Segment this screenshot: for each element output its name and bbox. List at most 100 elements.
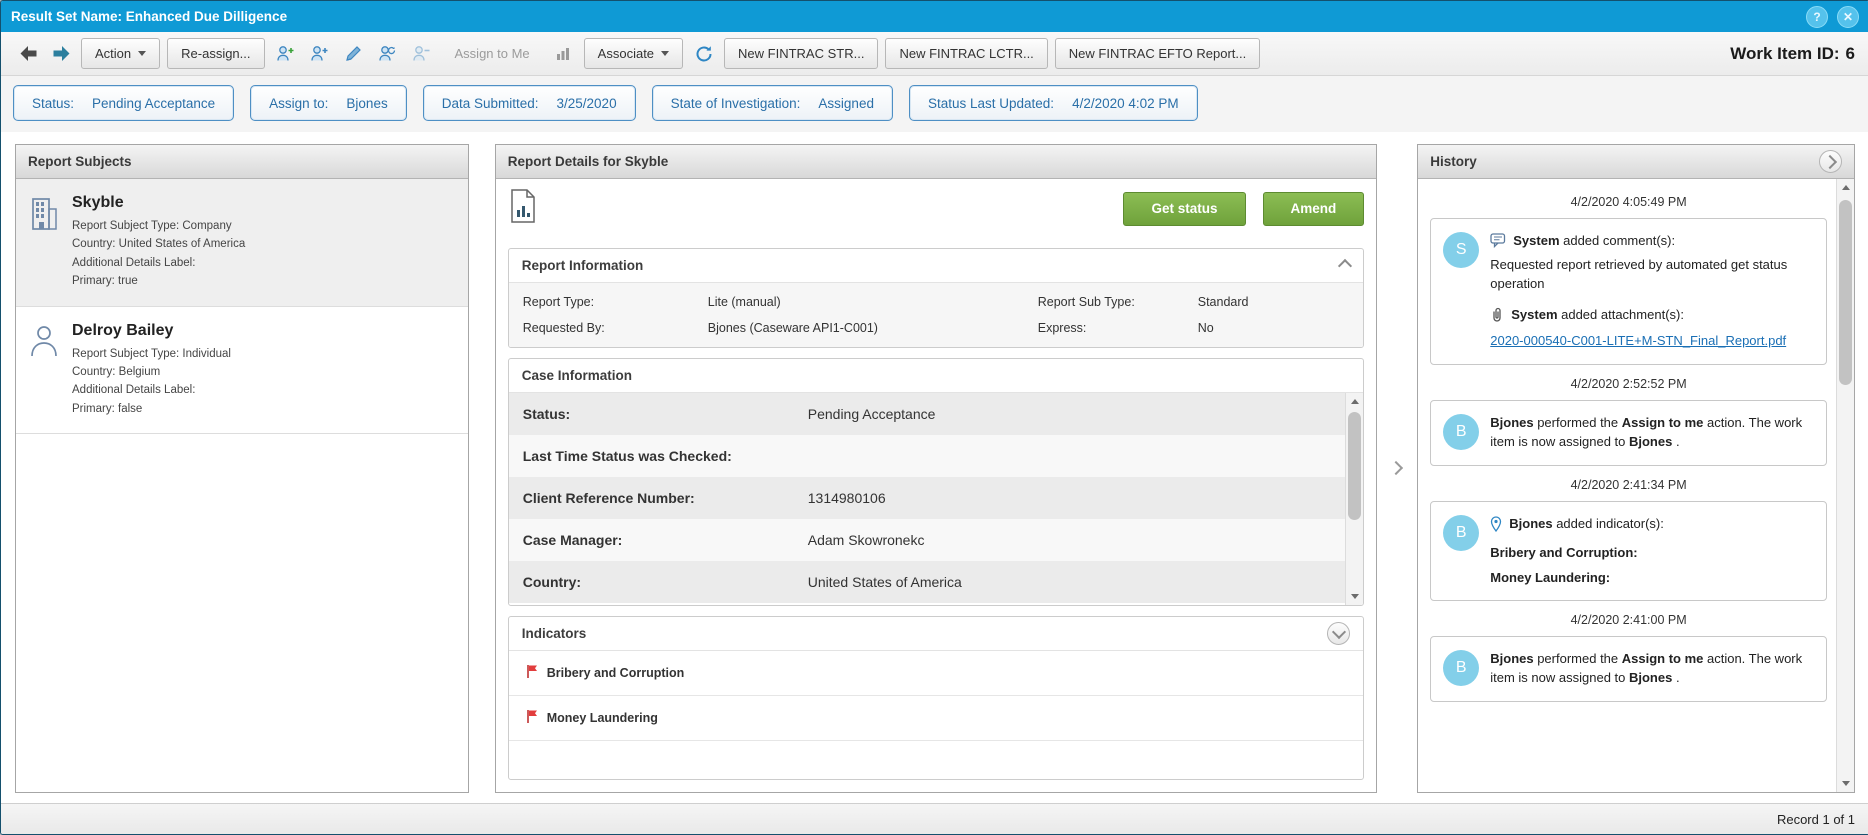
history-timestamp: 4/2/2020 2:41:34 PM: [1570, 477, 1687, 492]
history-scrollarea: 4/2/2020 4:05:49 PM S System added comme…: [1418, 179, 1837, 792]
action-button[interactable]: Action: [81, 38, 161, 69]
back-arrow-button[interactable]: [15, 41, 41, 67]
indicator-label: added indicator(s):: [1552, 515, 1664, 531]
case-information-header: Case Information: [508, 359, 1364, 393]
person-disabled-icon: [413, 46, 430, 61]
scroll-up-button[interactable]: [1837, 179, 1854, 196]
history-header: History: [1418, 145, 1855, 179]
collapse-indicators-button[interactable]: [1327, 622, 1351, 645]
indicators-section: Indicators Bribery and Corruption Money …: [507, 616, 1365, 780]
attachment-link[interactable]: 2020-000540-C001-LITE+M-STN_Final_Report…: [1490, 332, 1786, 351]
report-sub-type-label: Report Sub Type:: [1037, 295, 1135, 309]
scroll-down-button[interactable]: [1346, 588, 1363, 605]
collapse-history-button[interactable]: [1819, 150, 1843, 173]
report-sub-type-value: Standard: [1197, 295, 1249, 309]
requested-by-label: Requested By:: [522, 321, 605, 335]
report-type-value: Lite (manual): [707, 295, 781, 309]
status-last-updated-pill-label: Status Last Updated:: [927, 95, 1055, 111]
flag-icon: [525, 709, 539, 727]
scroll-track[interactable]: [1837, 196, 1854, 775]
subject-type-line: Report Subject Type: Individual: [72, 347, 231, 360]
assign-to-me-button[interactable]: Assign to Me: [442, 38, 543, 69]
case-information-section: Case Information Status: Pending Accepta…: [507, 358, 1365, 606]
new-fintrac-lctr-button[interactable]: New FINTRAC LCTR...: [885, 38, 1048, 69]
scroll-down-button[interactable]: [1837, 775, 1854, 792]
state-of-investigation-pill: State of Investigation: Assigned: [651, 85, 893, 121]
record-count: Record 1 of 1: [1776, 811, 1855, 827]
titlebar: Result Set Name: Enhanced Due Dilligence…: [1, 1, 1868, 32]
subject-item-skyble[interactable]: Skyble Report Subject Type: Company Coun…: [16, 179, 468, 307]
window-title: Result Set Name: Enhanced Due Dilligence: [11, 9, 288, 24]
triangle-down-icon: [1841, 781, 1850, 786]
express-value: No: [1197, 321, 1214, 335]
requested-by-value: Bjones (Caseware API1-C001): [707, 321, 878, 335]
subject-additional-line: Additional Details Label:: [72, 256, 196, 269]
reassign-button-label: Re-assign...: [181, 46, 251, 61]
subject-primary-line: Primary: false: [72, 402, 143, 415]
assign-actor: Bjones: [1490, 651, 1534, 667]
collapse-history-handle[interactable]: [1389, 460, 1404, 478]
new-fintrac-efto-button[interactable]: New FINTRAC EFTO Report...: [1054, 38, 1261, 69]
report-information-title: Report Information: [521, 258, 644, 273]
back-arrow-icon: [20, 46, 36, 61]
status-pill-label: Status:: [32, 95, 75, 111]
case-row-label: Country:: [522, 574, 582, 590]
report-details-body: Report Information Report Type: Lite (ma…: [496, 238, 1377, 792]
assign-to-pill-label: Assign to:: [269, 95, 329, 111]
reassign-person-button[interactable]: [374, 40, 401, 67]
chevron-up-icon: [1338, 258, 1353, 274]
case-information-scrollbar[interactable]: [1345, 393, 1364, 605]
case-row-country: Country: United States of America: [508, 561, 1347, 603]
indicator-row: Money Laundering: [508, 696, 1364, 741]
triangle-up-icon: [1841, 185, 1850, 190]
state-of-investigation-pill-label: State of Investigation:: [670, 95, 801, 111]
get-status-button[interactable]: Get status: [1123, 191, 1246, 226]
subject-item-delroy-bailey[interactable]: Delroy Bailey Report Subject Type: Indiv…: [16, 307, 468, 435]
amend-button[interactable]: Amend: [1262, 191, 1365, 226]
chart-view-button[interactable]: [550, 40, 577, 67]
assign-action: Assign to me: [1621, 651, 1704, 667]
help-icon[interactable]: ?: [1806, 5, 1828, 28]
indicator-label: Bribery and Corruption: [546, 666, 685, 680]
history-card-comment: S System added comment(s): Requested rep…: [1430, 218, 1828, 366]
indicator-item: Money Laundering:: [1490, 569, 1611, 585]
scroll-up-button[interactable]: [1346, 393, 1363, 410]
work-item-id-label: Work Item ID:: [1730, 43, 1840, 63]
case-row-value: Adam Skowronekc: [807, 532, 925, 548]
indicators-header: Indicators: [508, 617, 1364, 651]
scroll-thumb[interactable]: [1839, 200, 1853, 385]
case-row-case-manager: Case Manager: Adam Skowronekc: [508, 519, 1347, 561]
forward-arrow-icon: [53, 46, 69, 61]
collapse-report-information-button[interactable]: [1338, 257, 1353, 274]
reassign-button[interactable]: Re-assign...: [167, 38, 265, 69]
status-pill: Status: Pending Acceptance: [13, 85, 235, 121]
report-information-body: Report Type: Lite (manual) Report Sub Ty…: [508, 283, 1364, 347]
edit-button[interactable]: [340, 40, 367, 67]
forward-arrow-button[interactable]: [48, 41, 74, 67]
associate-button[interactable]: Associate: [583, 38, 684, 69]
refresh-button[interactable]: [690, 40, 717, 67]
subject-type-line: Report Subject Type: Company: [72, 220, 232, 232]
new-fintrac-str-button[interactable]: New FINTRAC STR...: [724, 38, 879, 69]
close-icon[interactable]: ✕: [1837, 5, 1859, 28]
report-information-section: Report Information Report Type: Lite (ma…: [507, 248, 1365, 348]
case-information-body: Status: Pending Acceptance Last Time Sta…: [508, 393, 1364, 605]
work-item-id-value: 6: [1845, 43, 1855, 63]
person-plus-icon: [311, 46, 328, 61]
history-card-indicators: B Bjones added indicator(s): Bribery and…: [1430, 500, 1828, 602]
subject-country-line: Country: United States of America: [72, 238, 246, 251]
report-details-header: Report Details for Skyble: [495, 145, 1377, 179]
scroll-track[interactable]: [1346, 410, 1363, 588]
remove-participant-button[interactable]: [408, 40, 435, 67]
main-content: Report Subjects Skyble Report Subject Ty…: [1, 132, 1868, 803]
indicator-line: Bjones added indicator(s):: [1490, 515, 1664, 538]
history-scrollbar[interactable]: [1836, 179, 1855, 792]
scroll-thumb[interactable]: [1348, 412, 1362, 520]
add-subject-button[interactable]: [306, 40, 333, 67]
comment-text: System added comment(s):: [1513, 232, 1675, 251]
chevron-down-icon: [138, 51, 147, 56]
report-information-header: Report Information: [508, 249, 1364, 283]
data-submitted-pill-value: 3/25/2020: [556, 95, 617, 111]
comment-line: System added comment(s):: [1490, 232, 1814, 254]
add-participant-button[interactable]: [272, 40, 299, 67]
